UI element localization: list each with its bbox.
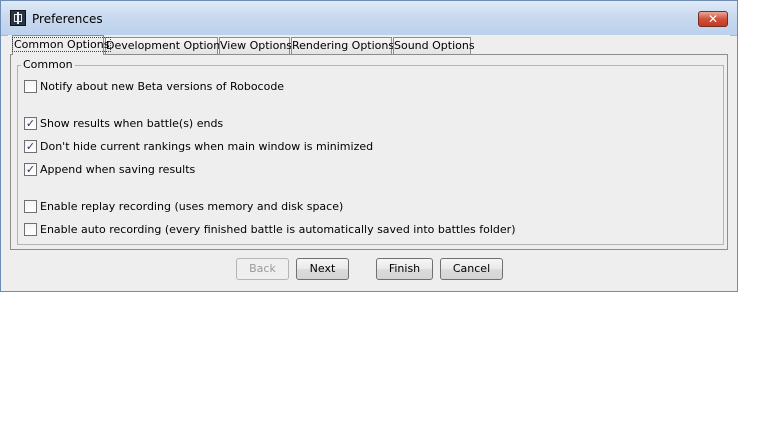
checkbox-label: Enable replay recording (uses memory and… xyxy=(40,200,344,213)
tab-common-options[interactable]: Common Options xyxy=(11,35,112,55)
checkbox-label: Notify about new Beta versions of Roboco… xyxy=(40,80,285,93)
auto-recording-checkbox[interactable] xyxy=(24,223,37,236)
keep-rankings-checkbox[interactable]: ✓ xyxy=(24,140,37,153)
common-options-panel: Common Notify about new Beta versions of… xyxy=(10,54,728,250)
robocode-app-icon xyxy=(10,10,26,26)
group-title: Common xyxy=(21,58,75,71)
close-icon: ✕ xyxy=(707,12,719,26)
close-button[interactable]: ✕ xyxy=(698,11,728,27)
tab-label: Sound Options xyxy=(394,39,475,52)
finish-button[interactable]: Finish xyxy=(376,258,433,280)
notify-beta-checkbox[interactable] xyxy=(24,80,37,93)
replay-recording-checkbox[interactable] xyxy=(24,200,37,213)
tab-label: Rendering Options xyxy=(292,39,395,52)
append-results-checkbox[interactable]: ✓ xyxy=(24,163,37,176)
tab-view-options[interactable]: View Options xyxy=(219,37,293,54)
preferences-dialog: Preferences ✕ Common Options Development… xyxy=(0,0,738,292)
tab-sound-options[interactable]: Sound Options xyxy=(393,37,475,54)
title-bar[interactable]: Preferences ✕ xyxy=(1,1,737,36)
common-group: Common Notify about new Beta versions of… xyxy=(17,58,724,245)
show-results-checkbox[interactable]: ✓ xyxy=(24,117,37,130)
cancel-button[interactable]: Cancel xyxy=(440,258,503,280)
next-button[interactable]: Next xyxy=(296,258,349,280)
tab-label: Common Options xyxy=(11,37,112,52)
checkbox-label: Show results when battle(s) ends xyxy=(40,117,224,130)
dialog-body: Common Options Development Options View … xyxy=(8,35,730,284)
checkbox-label: Append when saving results xyxy=(40,163,196,176)
back-button[interactable]: Back xyxy=(236,258,289,280)
tab-development-options[interactable]: Development Options xyxy=(105,37,226,54)
checkbox-label: Don't hide current rankings when main wi… xyxy=(40,140,374,153)
tab-label: View Options xyxy=(220,39,293,52)
tab-rendering-options[interactable]: Rendering Options xyxy=(291,37,395,54)
checkbox-label: Enable auto recording (every finished ba… xyxy=(40,223,516,236)
tab-label: Development Options xyxy=(106,39,226,52)
window-title: Preferences xyxy=(32,12,103,26)
